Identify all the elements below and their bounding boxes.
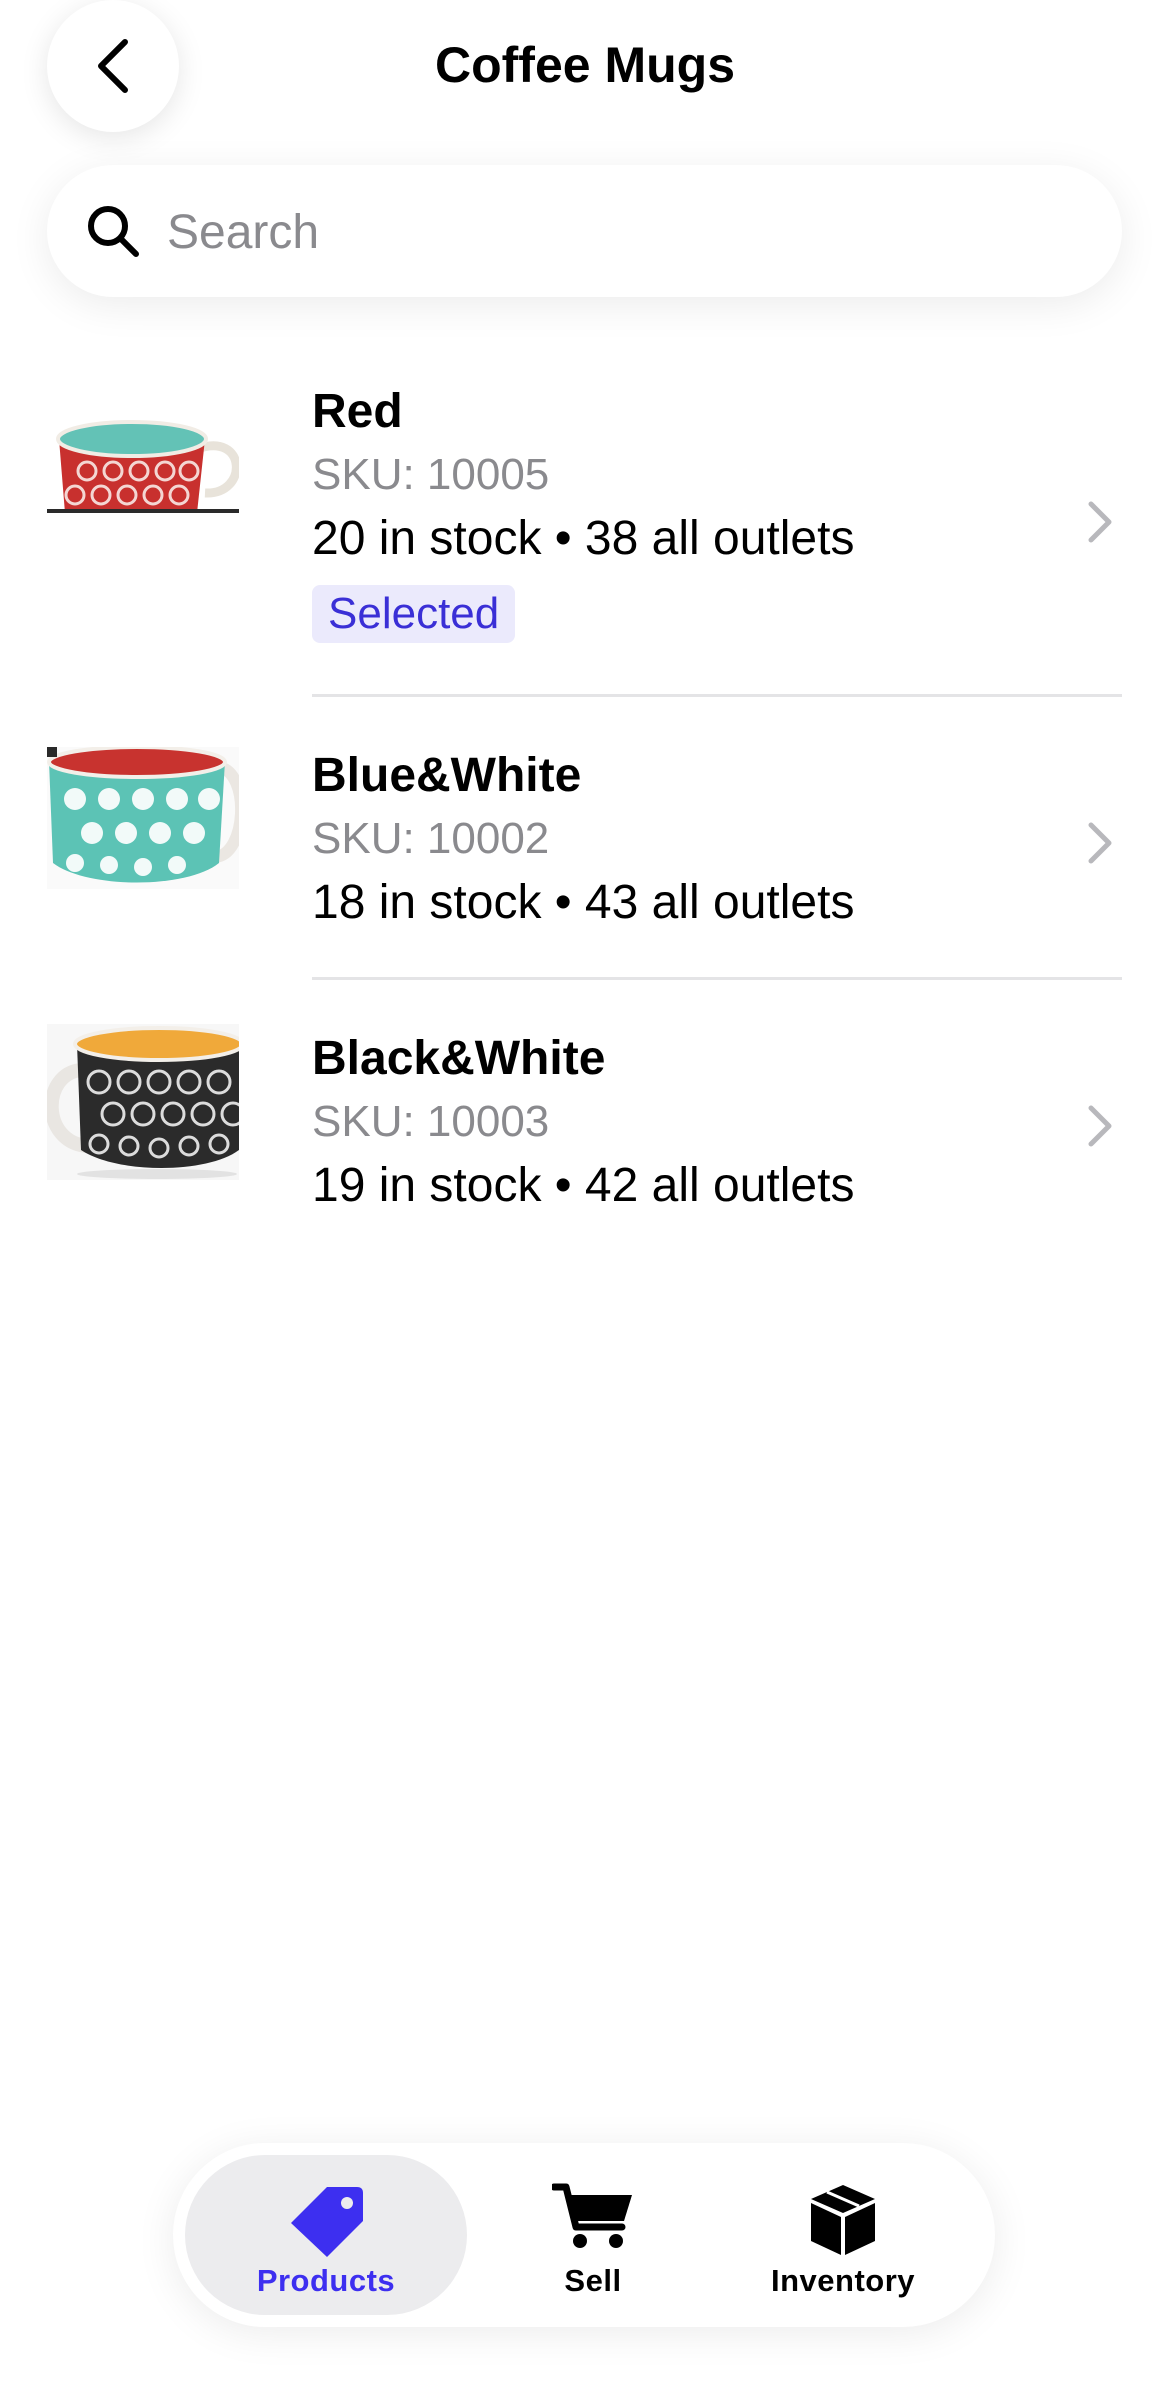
product-info: Red SKU: 10005 20 in stock • 38 all outl… (312, 383, 1052, 643)
search-input[interactable] (165, 195, 1069, 269)
bottom-tab-bar: Products Sell Inventory (173, 2143, 995, 2327)
product-image-red-mug (47, 409, 239, 513)
product-row-blue-white[interactable]: Blue&White SKU: 10002 18 in stock • 43 a… (0, 697, 1170, 980)
tab-label: Sell (564, 2263, 622, 2298)
product-info: Black&White SKU: 10003 19 in stock • 42 … (312, 1030, 1052, 1216)
tab-sell[interactable]: Sell (493, 2155, 693, 2315)
page-title: Coffee Mugs (435, 37, 735, 93)
product-row-red[interactable]: Red SKU: 10005 20 in stock • 38 all outl… (0, 340, 1170, 697)
tab-products[interactable]: Products (185, 2155, 467, 2315)
tab-label: Products (256, 2263, 396, 2298)
price-tag-icon (291, 2187, 363, 2257)
tab-inventory[interactable]: Inventory (718, 2155, 968, 2315)
product-info: Blue&White SKU: 10002 18 in stock • 43 a… (312, 747, 1052, 933)
chevron-right-icon (1088, 1105, 1112, 1147)
selected-badge: Selected (312, 585, 516, 643)
tab-label: Inventory (770, 2263, 916, 2298)
product-sku: SKU: 10002 (312, 814, 550, 863)
chevron-right-icon (1088, 501, 1112, 543)
product-stock: 19 in stock • 42 all outlets (312, 1159, 855, 1212)
product-row-black-white[interactable]: Black&White SKU: 10003 19 in stock • 42 … (0, 980, 1170, 1260)
product-sku: SKU: 10003 (312, 1097, 550, 1146)
shopping-cart-icon (552, 2183, 632, 2248)
product-name: Black&White (312, 1032, 606, 1085)
product-image-black-white-mug (47, 1024, 239, 1180)
header: Coffee Mugs (0, 0, 1170, 140)
chevron-right-icon (1088, 822, 1112, 864)
search-icon (88, 206, 139, 257)
box-icon (811, 2185, 875, 2255)
product-sku: SKU: 10005 (312, 450, 550, 499)
product-image-blue-white-mug (47, 747, 239, 889)
search-bar[interactable] (47, 165, 1122, 297)
product-name: Blue&White (312, 749, 582, 802)
product-name: Red (312, 385, 403, 438)
product-stock: 20 in stock • 38 all outlets (312, 512, 855, 565)
product-stock: 18 in stock • 43 all outlets (312, 876, 855, 929)
